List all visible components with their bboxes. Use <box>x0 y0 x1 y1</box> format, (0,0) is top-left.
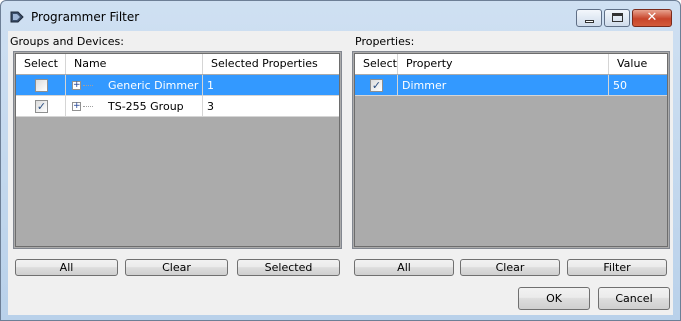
close-icon: ✕ <box>646 10 658 25</box>
window-title: Programmer Filter <box>31 10 140 24</box>
row-select-checkbox[interactable]: ✓ <box>35 100 48 113</box>
properties-filter-button[interactable]: Filter <box>567 259 667 276</box>
properties-grid[interactable]: Select Property Value ✓ Dimmer 50 <box>352 51 670 249</box>
name-cell: + Generic Dimmer ... <box>66 75 203 96</box>
tree-line <box>83 85 93 86</box>
tree-line <box>83 106 93 107</box>
programmer-filter-window: Programmer Filter ✕ Groups and Devices: … <box>0 0 681 321</box>
table-row[interactable]: ✓ + TS-255 Group 3 <box>16 96 339 117</box>
expand-icon[interactable]: + <box>72 81 81 90</box>
ok-button[interactable]: OK <box>518 287 590 310</box>
table-row[interactable]: ✓ Dimmer 50 <box>355 75 667 96</box>
column-header-select[interactable]: Select <box>355 54 398 74</box>
property-cell: Dimmer <box>398 75 609 96</box>
groups-devices-grid[interactable]: Select Name Selected Properties + Generi… <box>13 51 342 249</box>
name-cell: + TS-255 Group <box>66 96 203 117</box>
device-name: TS-255 Group <box>108 100 184 113</box>
properties-all-button[interactable]: All <box>354 259 454 276</box>
close-button[interactable]: ✕ <box>632 9 672 27</box>
row-select-checkbox[interactable] <box>35 79 48 92</box>
properties-grid-header: Select Property Value <box>355 54 667 74</box>
selected-properties-cell: 3 <box>203 96 339 117</box>
expand-icon[interactable]: + <box>72 102 81 111</box>
cancel-button[interactable]: Cancel <box>598 287 670 310</box>
select-cell: ✓ <box>16 96 66 117</box>
groups-devices-label: Groups and Devices: <box>10 35 124 48</box>
title-bar[interactable]: Programmer Filter ✕ <box>1 1 680 31</box>
properties-label: Properties: <box>355 35 415 48</box>
value-cell: 50 <box>609 75 667 96</box>
select-cell: ✓ <box>355 75 398 96</box>
selected-properties-cell: 1 <box>203 75 339 96</box>
maximize-button[interactable] <box>604 9 630 27</box>
select-cell <box>16 75 66 96</box>
column-header-selected-properties[interactable]: Selected Properties <box>203 54 339 74</box>
device-name: Generic Dimmer ... <box>108 79 203 92</box>
dialog-client-area: Groups and Devices: Select Name Selected… <box>8 31 673 315</box>
maximize-icon <box>612 13 623 22</box>
column-header-select[interactable]: Select <box>16 54 66 74</box>
groups-all-button[interactable]: All <box>15 259 118 276</box>
column-header-property[interactable]: Property <box>398 54 609 74</box>
groups-selected-button[interactable]: Selected <box>237 259 340 276</box>
minimize-icon <box>585 20 594 23</box>
table-row[interactable]: + Generic Dimmer ... 1 <box>16 75 339 96</box>
row-select-checkbox[interactable]: ✓ <box>370 79 383 92</box>
groups-clear-button[interactable]: Clear <box>125 259 228 276</box>
minimize-button[interactable] <box>576 9 602 27</box>
groups-grid-header: Select Name Selected Properties <box>16 54 339 74</box>
programmer-app-icon <box>10 11 24 23</box>
properties-clear-button[interactable]: Clear <box>460 259 560 276</box>
column-header-name[interactable]: Name <box>66 54 203 74</box>
column-header-value[interactable]: Value <box>609 54 667 74</box>
